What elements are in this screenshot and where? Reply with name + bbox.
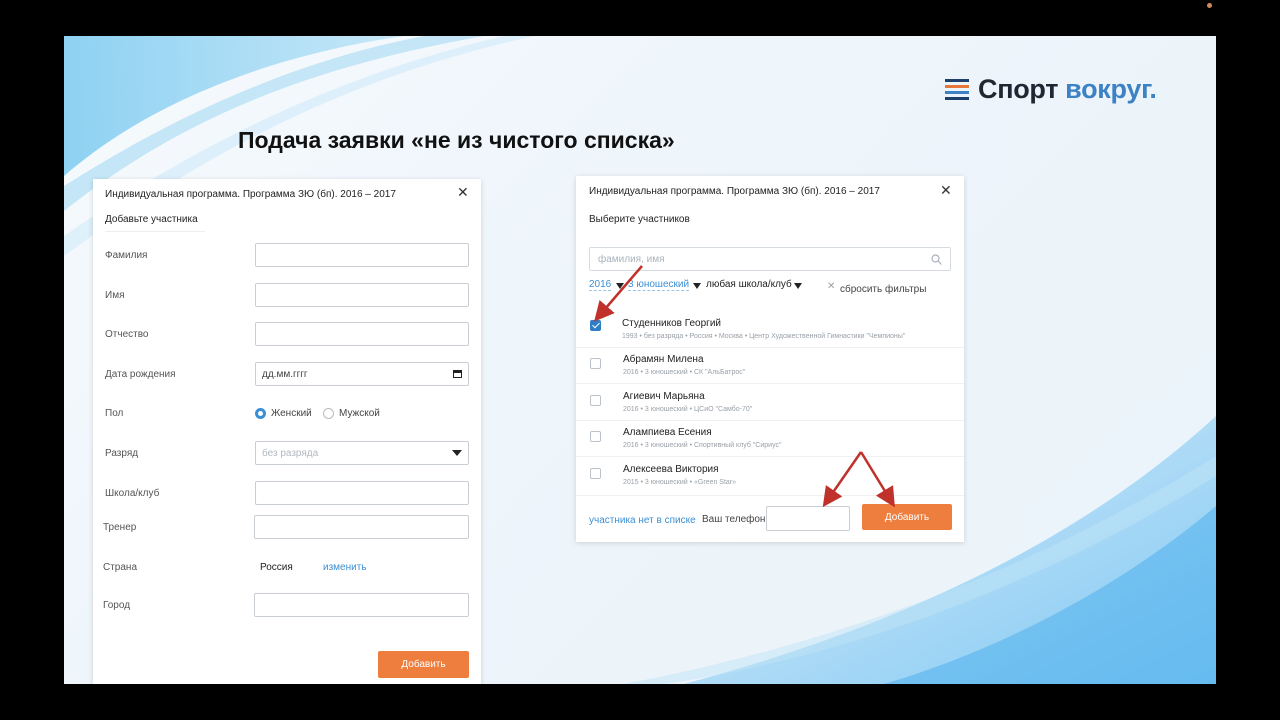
school-filter[interactable]: любая школа/клуб [706, 279, 792, 290]
add-participant-dialog: Индивидуальная программа. Программа ЗЮ (… [93, 179, 481, 684]
logo-stripes-icon [945, 79, 969, 100]
country-value: Россия [260, 562, 293, 573]
rank-filter-chevron-icon[interactable] [693, 283, 701, 289]
footer-divider [576, 495, 964, 496]
add-selected-button[interactable]: Добавить [862, 504, 952, 530]
reset-filters-link[interactable]: сбросить фильтры [840, 284, 926, 295]
sport-vokrug-logo: Спорт вокруг. [945, 74, 1157, 105]
participant-name: Абрамян Милена [623, 354, 704, 365]
close-icon[interactable]: ✕ [940, 183, 952, 197]
participant-not-in-list-link[interactable]: участника нет в списке [589, 515, 696, 526]
birth-date-input[interactable]: дд.мм.гггг [255, 362, 469, 386]
participant-name: Алексеева Виктория [623, 464, 719, 475]
participant-checkbox[interactable] [590, 431, 601, 442]
participant-info: 2016 • 3 юношеский • СК "АльБатрос" [623, 369, 746, 376]
participant-row[interactable]: Алексеева Виктория 2015 • 3 юношеский • … [576, 456, 964, 493]
participant-info: 2016 • 3 юношеский • ЦСиО "Самбо-70" [623, 406, 753, 413]
phone-label: Ваш телефон [702, 514, 766, 525]
dialog-title: Индивидуальная программа. Программа ЗЮ (… [105, 189, 396, 200]
rank-select[interactable]: без разряда [255, 441, 469, 465]
year-filter[interactable]: 2016 [589, 279, 612, 291]
participant-checkbox[interactable] [590, 395, 601, 406]
participant-name: Алампиева Есения [623, 427, 712, 438]
logo-text-sport: Спорт [978, 74, 1059, 104]
city-label: Город [103, 600, 131, 611]
school-filter-chevron-icon[interactable] [794, 283, 802, 289]
country-label: Страна [103, 562, 138, 573]
dialog-subtitle: Выберите участников [589, 214, 690, 225]
participant-list: Студенников Георгий 1993 • без разряда •… [576, 310, 964, 493]
gender-female-label: Женский [271, 408, 312, 419]
gender-male-radio[interactable] [323, 408, 334, 419]
participant-row[interactable]: Агиевич Марьяна 2016 • 3 юношеский • ЦСи… [576, 383, 964, 421]
surname-label: Фамилия [105, 250, 148, 261]
calendar-icon[interactable] [453, 370, 462, 378]
name-input[interactable] [255, 283, 469, 307]
search-icon [931, 253, 942, 265]
divider [105, 231, 205, 232]
presentation-slide: Спорт вокруг. Подача заявки «не из чисто… [64, 36, 1216, 684]
patronymic-input[interactable] [255, 322, 469, 346]
participant-row[interactable]: Абрамян Милена 2016 • 3 юношеский • СК "… [576, 346, 964, 384]
add-button[interactable]: Добавить [378, 651, 469, 678]
gender-label: Пол [105, 408, 124, 419]
participant-name: Агиевич Марьяна [623, 391, 705, 402]
participant-search-input[interactable]: фамилия, имя [589, 247, 951, 271]
participant-info: 2015 • 3 юношеский • «Green Star» [623, 479, 737, 486]
dialog-subtitle: Добавьте участника [105, 214, 198, 225]
participant-checkbox[interactable] [590, 468, 601, 479]
reset-filters-icon[interactable]: ✕ [827, 282, 835, 292]
birth-date-label: Дата рождения [105, 369, 176, 380]
change-country-link[interactable]: изменить [323, 562, 367, 573]
school-input[interactable] [255, 481, 469, 505]
slide-title: Подача заявки «не из чистого списка» [238, 127, 675, 153]
year-filter-chevron-icon[interactable] [616, 283, 624, 289]
gender-female-radio[interactable] [255, 408, 266, 419]
participant-name: Студенников Георгий [622, 318, 721, 329]
participant-checkbox[interactable] [590, 320, 601, 331]
logo-text-vokrug: вокруг. [1065, 74, 1157, 104]
close-icon[interactable]: ✕ [457, 185, 469, 199]
name-label: Имя [105, 290, 125, 301]
participant-info: 2016 • 3 юношеский • Спортивный клуб "Си… [623, 442, 782, 449]
participant-row[interactable]: Студенников Георгий 1993 • без разряда •… [576, 310, 964, 348]
participant-checkbox[interactable] [590, 358, 601, 369]
gender-male-label: Мужской [339, 408, 380, 419]
birth-date-placeholder: дд.мм.гггг [262, 368, 308, 380]
rank-filter[interactable]: 3 юношеский [628, 279, 690, 291]
participant-info: 1993 • без разряда • Россия • Москва • Ц… [622, 333, 906, 340]
city-input[interactable] [254, 593, 469, 617]
rank-label: Разряд [105, 448, 139, 459]
participant-row[interactable]: Алампиева Есения 2016 • 3 юношеский • Сп… [576, 419, 964, 457]
surname-input[interactable] [255, 243, 469, 267]
dialog-title: Индивидуальная программа. Программа ЗЮ (… [589, 186, 880, 197]
patronymic-label: Отчество [105, 329, 149, 340]
coach-input[interactable] [254, 515, 469, 539]
search-placeholder: фамилия, имя [598, 253, 665, 265]
coach-label: Тренер [103, 522, 137, 533]
select-participants-dialog: Индивидуальная программа. Программа ЗЮ (… [576, 176, 964, 542]
chevron-down-icon [452, 450, 462, 456]
phone-input[interactable] [766, 506, 850, 531]
school-label: Школа/клуб [105, 488, 160, 499]
rank-select-value: без разряда [262, 447, 319, 459]
recording-indicator [1207, 3, 1212, 8]
